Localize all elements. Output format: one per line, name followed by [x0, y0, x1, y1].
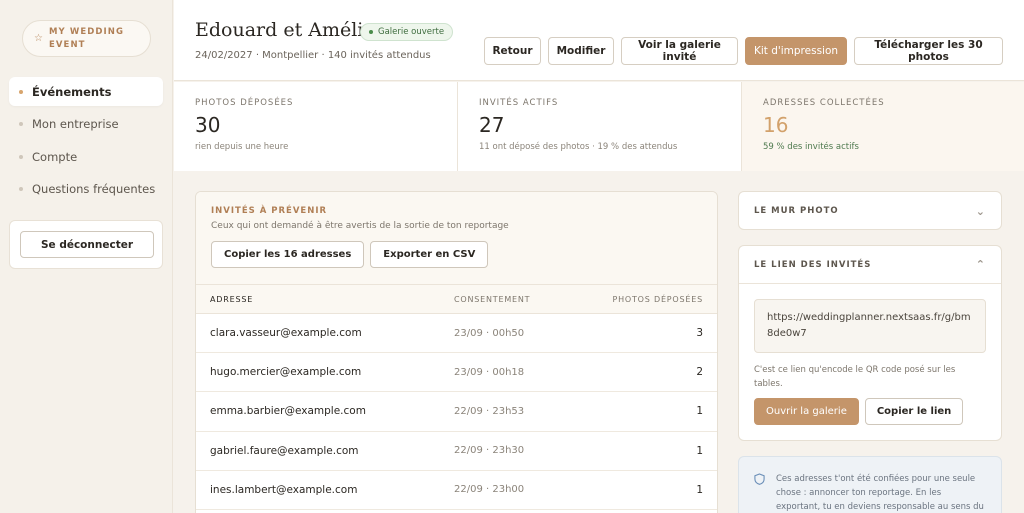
page-title: Edouard et Amélie: [195, 19, 375, 41]
guests-description: Ceux qui ont demandé à être avertis de l…: [211, 221, 509, 231]
page-header: Edouard et Amélie Galerie ouverte 24/02/…: [174, 0, 1024, 81]
back-button[interactable]: Retour: [484, 37, 541, 65]
privacy-info-note: Ces adresses t'ont été confiées pour une…: [738, 456, 1002, 513]
photo-wall-header[interactable]: LE MUR PHOTO ⌄: [739, 192, 1001, 230]
table-row[interactable]: clara.vasseur@example.com 23/09 · 00h50 …: [196, 314, 717, 354]
sidebar-item-label: Mon entreprise: [32, 117, 119, 131]
consent-date: 22/09 · 23h30: [454, 445, 525, 457]
star-icon: ☆: [34, 33, 43, 44]
sidebar-item-company[interactable]: Mon entreprise: [9, 110, 163, 139]
guest-link-url[interactable]: https://weddingplanner.nextsaas.fr/g/bm8…: [754, 299, 986, 353]
bullet-icon: [19, 154, 23, 159]
guest-link-panel: LE LIEN DES INVITÉS ⌃ https://weddingpla…: [738, 245, 1002, 441]
consent-date: 22/09 · 23h00: [454, 484, 525, 496]
stat-label: INVITÉS ACTIFS: [479, 98, 559, 108]
guest-email: clara.vasseur@example.com: [210, 327, 362, 340]
bullet-icon: [19, 187, 23, 191]
guest-email: hugo.mercier@example.com: [210, 366, 362, 379]
guest-link-header[interactable]: LE LIEN DES INVITÉS ⌃: [739, 246, 1001, 284]
shield-icon: [754, 473, 765, 485]
table-row[interactable]: hugo.mercier@example.com 23/09 · 00h18 2: [196, 353, 717, 393]
column-header-photos[interactable]: PHOTOS DÉPOSÉES: [594, 295, 703, 304]
guest-link-note: C'est ce lien qu'encode le QR code posé …: [754, 365, 956, 389]
guest-link-heading: LE LIEN DES INVITÉS: [754, 259, 872, 270]
stat-value: 16: [763, 113, 789, 137]
stats-bar: PHOTOS DÉPOSÉES 30 rien depuis une heure…: [174, 82, 1024, 171]
bullet-icon: [19, 89, 23, 94]
edit-button[interactable]: Modifier: [548, 37, 614, 65]
open-gallery-button[interactable]: Ouvrir la galerie: [754, 398, 859, 425]
logout-card: Se déconnecter: [9, 220, 163, 269]
print-kit-button[interactable]: Kit d'impression: [745, 37, 847, 65]
photo-count: 1: [696, 483, 703, 496]
view-gallery-button[interactable]: Voir la galerie invité: [621, 37, 738, 65]
stat-addresses: ADRESSES COLLECTÉES 16 59 % des invités …: [742, 82, 1024, 171]
stat-photos: PHOTOS DÉPOSÉES 30 rien depuis une heure: [174, 82, 458, 171]
copy-addresses-button[interactable]: Copier les 16 adresses: [211, 241, 365, 268]
sidebar-item-events[interactable]: Événements: [9, 77, 163, 106]
sidebar-item-label: Questions fréquentes: [32, 182, 156, 196]
status-badge-label: Galerie ouverte: [378, 27, 445, 37]
table-row[interactable]: gabriel.faure@example.com 22/09 · 23h30 …: [196, 432, 717, 471]
photo-count: 1: [696, 405, 703, 418]
column-header-address[interactable]: ADRESSE: [210, 295, 454, 304]
privacy-info-text: Ces adresses t'ont été confiées pour une…: [776, 474, 984, 512]
sidebar-item-label: Événements: [32, 84, 112, 99]
photo-wall-panel[interactable]: LE MUR PHOTO ⌄: [738, 191, 1002, 230]
photo-count: 3: [696, 327, 703, 340]
copy-link-button[interactable]: Copier le lien: [864, 398, 964, 425]
logout-button[interactable]: Se déconnecter: [20, 231, 154, 258]
status-badge: Galerie ouverte: [360, 23, 454, 41]
stat-label: PHOTOS DÉPOSÉES: [195, 98, 294, 108]
download-photos-button[interactable]: Télécharger les 30 photos: [854, 37, 1003, 65]
photo-count: 1: [696, 444, 703, 457]
guests-card-header: INVITÉS À PRÉVENIR Ceux qui ont demandé …: [196, 192, 717, 285]
sidebar-item-faq[interactable]: Questions fréquentes: [9, 175, 163, 204]
table-header: ADRESSE CONSENTEMENT PHOTOS DÉPOSÉES: [196, 285, 717, 314]
table-row[interactable]: emma.barbier@example.com 22/09 · 23h53 1: [196, 392, 717, 432]
status-dot-icon: [369, 30, 373, 34]
guests-heading: INVITÉS À PRÉVENIR: [211, 206, 328, 216]
stat-value: 30: [195, 113, 221, 137]
sidebar: ☆ MY WEDDING EVENT Événements Mon entrep…: [0, 0, 173, 513]
photo-count: 2: [696, 366, 703, 379]
brand-logo[interactable]: ☆ MY WEDDING EVENT: [22, 20, 151, 57]
guest-email: gabriel.faure@example.com: [210, 444, 359, 457]
sidebar-item-account[interactable]: Compte: [9, 142, 163, 171]
stat-note: rien depuis une heure: [195, 142, 289, 152]
bullet-icon: [19, 122, 23, 126]
consent-date: 23/09 · 00h18: [454, 366, 525, 378]
column-header-consent[interactable]: CONSENTEMENT: [454, 295, 594, 304]
guest-email: ines.lambert@example.com: [210, 483, 358, 496]
event-meta: 24/02/2027 · Montpellier · 140 invités a…: [195, 50, 431, 61]
stat-note: 59 % des invités actifs: [763, 142, 859, 152]
guests-to-notify-card: INVITÉS À PRÉVENIR Ceux qui ont demandé …: [195, 191, 718, 513]
sidebar-item-label: Compte: [32, 149, 78, 164]
photo-wall-heading: LE MUR PHOTO: [754, 206, 839, 216]
chevron-up-icon[interactable]: ⌃: [976, 258, 986, 271]
consent-date: 22/09 · 23h53: [454, 405, 525, 417]
chevron-down-icon[interactable]: ⌄: [976, 205, 986, 218]
guest-email: emma.barbier@example.com: [210, 405, 366, 418]
consent-date: 23/09 · 00h50: [454, 327, 525, 339]
stat-value: 27: [479, 113, 505, 137]
table-row[interactable]: ines.lambert@example.com 22/09 · 23h00 1: [196, 471, 717, 510]
export-csv-button[interactable]: Exporter en CSV: [370, 241, 489, 268]
stat-label: ADRESSES COLLECTÉES: [763, 98, 885, 108]
brand-name: MY WEDDING EVENT: [48, 26, 125, 50]
stat-active-guests: INVITÉS ACTIFS 27 11 ont déposé des phot…: [458, 82, 742, 171]
sidebar-nav: Événements Mon entreprise Compte Questio…: [9, 77, 163, 207]
stat-note: 11 ont déposé des photos · 19 % des atte…: [479, 142, 678, 152]
